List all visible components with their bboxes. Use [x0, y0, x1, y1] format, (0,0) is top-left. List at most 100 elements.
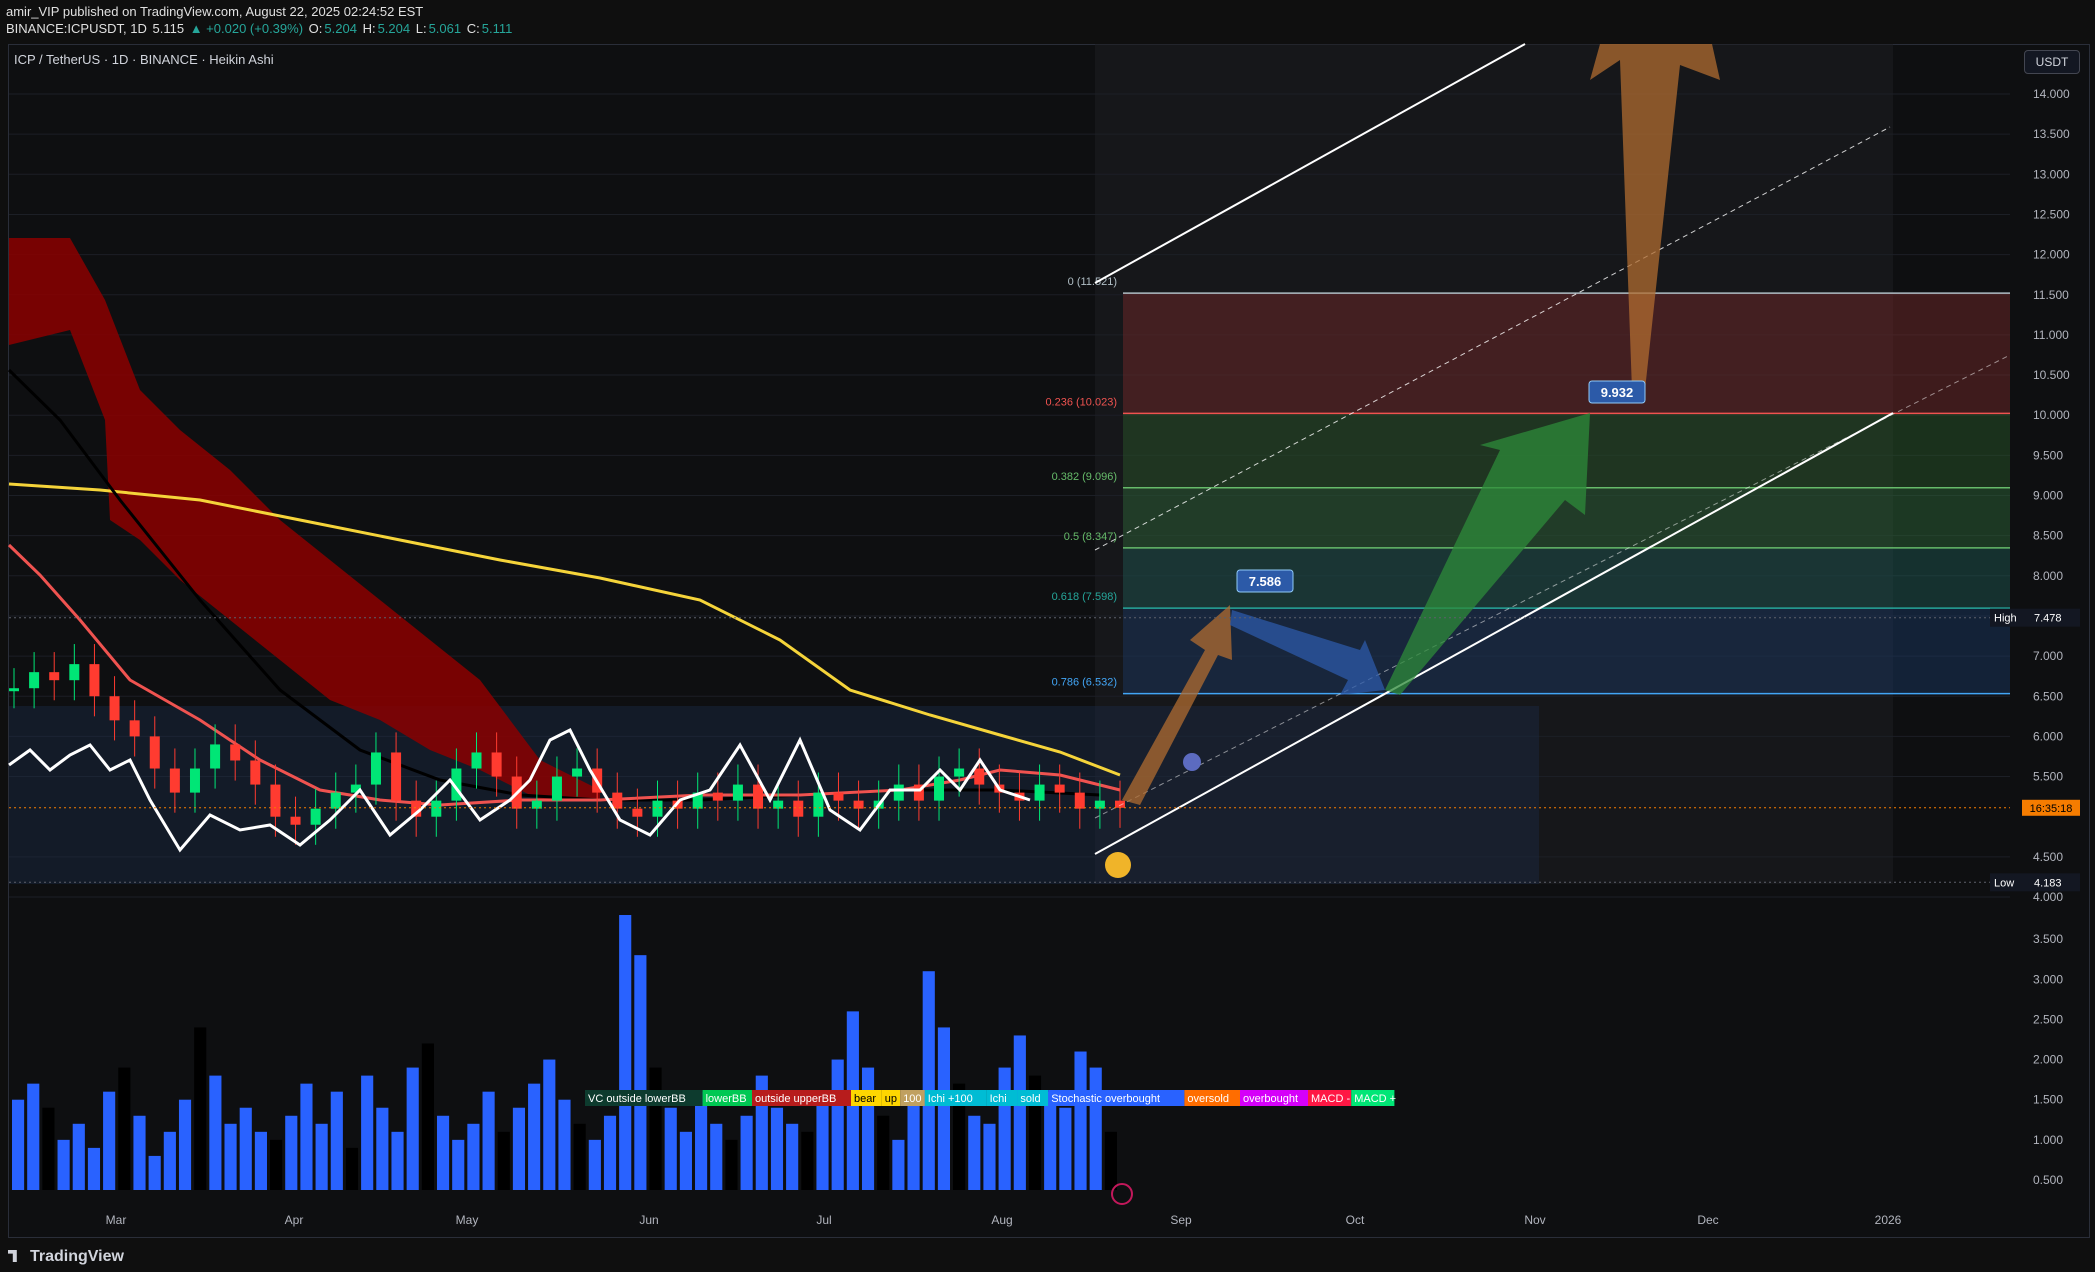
volume-bar: [194, 1027, 207, 1190]
price-tick-label: 12.500: [2033, 207, 2070, 221]
volume-bar: [679, 1131, 692, 1190]
time-tick-label: Jun: [639, 1213, 658, 1227]
price-tick-label: 8.000: [2033, 569, 2063, 583]
price-tick-label: 10.000: [2033, 408, 2070, 422]
countdown-badge-label: 16:35:18: [2030, 803, 2073, 815]
target-callout-label: 7.586: [1249, 574, 1282, 589]
volume-bar: [543, 1059, 556, 1190]
time-tick-label: May: [456, 1213, 479, 1227]
volume-bar: [740, 1115, 753, 1190]
fib-zone: [1123, 293, 2010, 414]
volume-bar: [603, 1115, 617, 1190]
candle-body: [210, 744, 221, 769]
candle-body: [431, 800, 442, 817]
volume-bar: [1013, 1035, 1026, 1190]
volume-bar: [239, 1107, 252, 1190]
price-tick-label: 6.000: [2033, 729, 2063, 743]
price-tick-label: 9.000: [2033, 489, 2063, 503]
volume-bar: [330, 1091, 343, 1190]
volume-bar: [1059, 1107, 1072, 1190]
volume-bar: [770, 1107, 784, 1190]
volume-bar: [482, 1091, 495, 1190]
volume-tick-label: 1.000: [2033, 1133, 2063, 1147]
volume-bar: [1074, 1051, 1087, 1190]
volume-bar: [937, 1027, 951, 1190]
time-tick-label: 2026: [1875, 1213, 1902, 1227]
volume-bar: [619, 915, 632, 1190]
candle-body: [813, 792, 824, 817]
volume-bar: [391, 1131, 404, 1190]
signal-label-text: 100: [903, 1093, 921, 1105]
signal-label-text: outside upperBB: [755, 1093, 836, 1105]
candle-body: [833, 792, 844, 801]
volume-bar: [42, 1107, 55, 1190]
candle-body: [1074, 792, 1085, 809]
signal-label-text: Ichi: [990, 1093, 1007, 1105]
candle-body: [954, 768, 965, 777]
extreme-badge-name: High: [1994, 613, 2017, 625]
volume-bar: [861, 1067, 875, 1190]
time-tick-label: Mar: [106, 1213, 127, 1227]
tradingview-logo-icon: [8, 1250, 17, 1262]
candle-body: [129, 720, 140, 737]
volume-bar: [634, 955, 647, 1190]
signal-label-text: overbought: [1243, 1093, 1298, 1105]
candle-body: [149, 736, 160, 769]
price-tick-label: 9.500: [2033, 448, 2063, 462]
volume-bar: [786, 1123, 799, 1190]
time-tick-label: Jul: [816, 1213, 831, 1227]
candle-body: [551, 776, 562, 801]
tradingview-logo[interactable]: TradingView: [8, 1248, 124, 1266]
volume-bar: [254, 1131, 267, 1190]
currency-button[interactable]: USDT: [2024, 50, 2080, 74]
candle-body: [652, 800, 663, 817]
candle-body: [572, 768, 583, 777]
candle-body: [471, 752, 482, 769]
candle-body: [310, 808, 321, 825]
volume-bar: [361, 1075, 374, 1190]
volume-bar: [209, 1075, 222, 1190]
price-tick-label: 6.500: [2033, 689, 2063, 703]
volume-bar: [725, 1139, 738, 1190]
candle-body: [612, 792, 623, 809]
signal-label-text: up: [885, 1093, 897, 1105]
signal-label-text: sold: [1020, 1093, 1040, 1105]
candle-body: [732, 784, 743, 801]
price-tick-label: 4.500: [2033, 850, 2063, 864]
volume-bar: [664, 1107, 677, 1190]
candle-body: [250, 760, 261, 785]
volume-bar: [1104, 1131, 1117, 1190]
price-tick-label: 12.000: [2033, 248, 2070, 262]
time-tick-label: Nov: [1524, 1213, 1545, 1227]
candle-body: [391, 752, 402, 801]
symbol-title: ICP / TetherUS · 1D · BINANCE · Heikin A…: [14, 52, 274, 67]
time-tick-label: Dec: [1697, 1213, 1718, 1227]
signal-label-text: Ichi +100: [928, 1093, 973, 1105]
candle-body: [290, 816, 301, 825]
volume-tick-label: 2.000: [2033, 1053, 2063, 1067]
volume-bar: [57, 1139, 70, 1190]
volume-bar: [588, 1139, 601, 1190]
volume-bar: [801, 1131, 814, 1190]
candle-body: [753, 784, 764, 809]
candle-body: [934, 776, 945, 801]
price-tick-label: 8.500: [2033, 529, 2063, 543]
volume-bar: [998, 1067, 1011, 1190]
volume-tick-label: 1.500: [2033, 1093, 2063, 1107]
signal-label-text: MACD -: [1311, 1093, 1350, 1105]
signal-label-text: lowerBB: [706, 1093, 747, 1105]
time-tick-label: Oct: [1346, 1213, 1365, 1227]
signal-label-text: oversold: [1187, 1093, 1229, 1105]
chart-canvas[interactable]: 14.000 13.500 13.000 12.500 12.000 11.500 11.0…: [0, 0, 2095, 1272]
volume-bar: [421, 1043, 434, 1190]
candle-body: [632, 808, 643, 817]
volume-bar: [1089, 1067, 1102, 1190]
volume-bar: [270, 1139, 283, 1190]
candle-body: [370, 752, 381, 785]
candle-body: [49, 672, 60, 681]
fib-level-label: 0 (11.521): [1068, 276, 1117, 288]
signal-label-text: bear: [854, 1093, 876, 1105]
candle-body: [69, 664, 80, 681]
volume-bar: [649, 1067, 662, 1190]
volume-bar: [558, 1099, 571, 1190]
